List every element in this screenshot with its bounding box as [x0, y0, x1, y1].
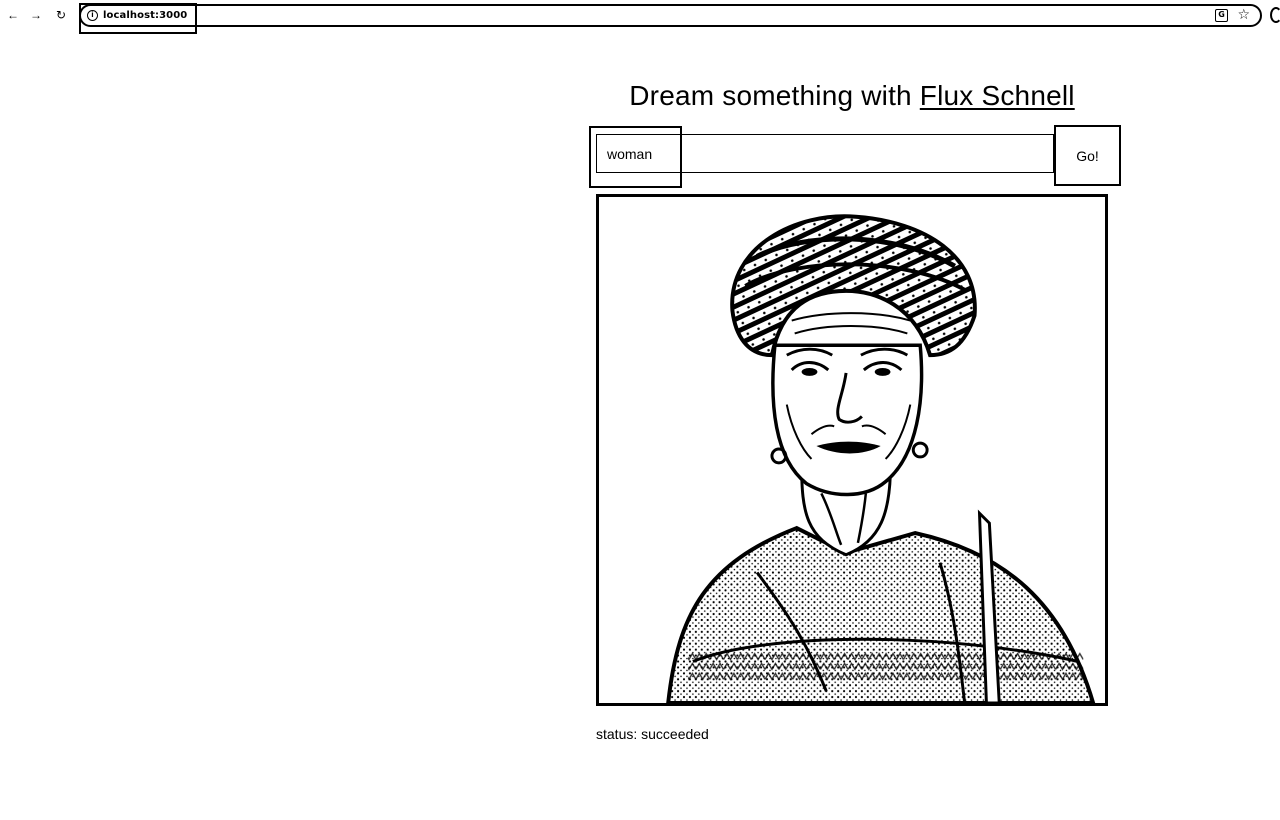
address-bar[interactable]: i localhost:3000 G ☆: [79, 4, 1262, 27]
page-content: Dream something with Flux Schnell Go!: [0, 32, 1280, 820]
info-icon[interactable]: i: [87, 10, 98, 21]
go-button[interactable]: Go!: [1054, 125, 1121, 186]
star-icon[interactable]: ☆: [1237, 7, 1250, 23]
generated-image: [596, 194, 1108, 706]
prompt-input[interactable]: [596, 134, 1054, 173]
portrait-illustration: [666, 214, 1096, 703]
arrow-right-icon[interactable]: →: [28, 6, 44, 24]
arrow-left-icon[interactable]: ←: [5, 6, 21, 24]
translate-icon[interactable]: G: [1215, 9, 1228, 22]
reload-icon[interactable]: ↻: [53, 6, 69, 24]
flux-schnell-link[interactable]: Flux Schnell: [920, 80, 1075, 111]
title-prefix: Dream something with: [629, 80, 920, 111]
status-text: status: succeeded: [596, 726, 709, 742]
page-title: Dream something with Flux Schnell: [596, 80, 1108, 112]
url-text[interactable]: localhost:3000: [103, 10, 187, 21]
extension-icon[interactable]: [1270, 7, 1280, 23]
browser-toolbar: ← → ↻ i localhost:3000 G ☆: [0, 0, 1280, 34]
